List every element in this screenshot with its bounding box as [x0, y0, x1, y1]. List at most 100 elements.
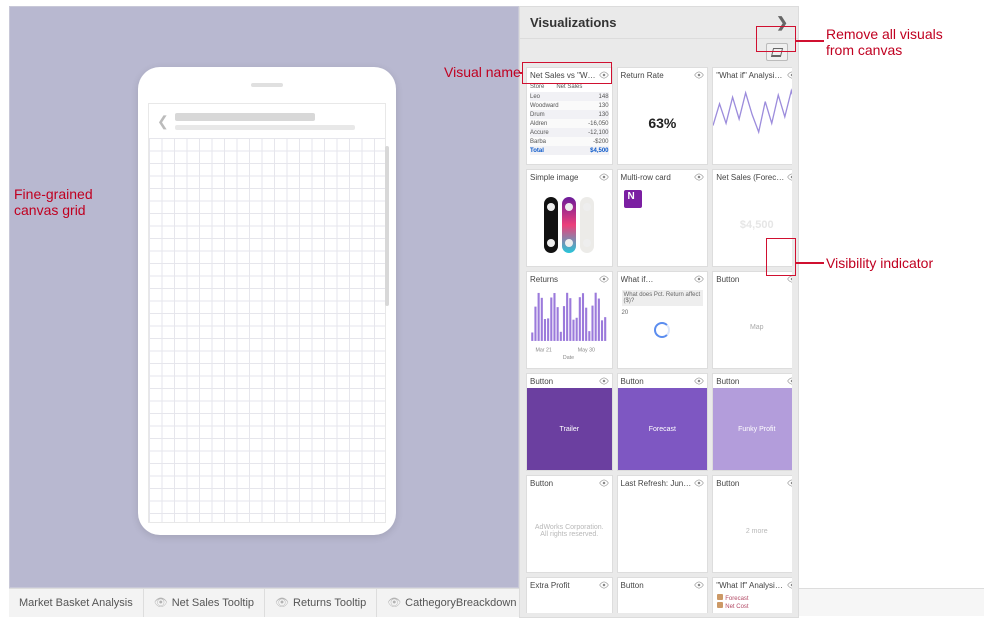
- visibility-indicator-icon[interactable]: [787, 173, 792, 181]
- page-tab[interactable]: 👁CathegoryBreackdown: [377, 589, 527, 617]
- faded-number: $5,500: [527, 592, 612, 613]
- eye-icon: 👁: [154, 589, 168, 617]
- page-tab-label: Returns Tooltip: [293, 589, 366, 617]
- visibility-indicator-icon[interactable]: [787, 581, 792, 589]
- visibility-indicator-icon[interactable]: [787, 275, 792, 283]
- visibility-indicator-icon[interactable]: [599, 275, 609, 283]
- collapse-chevron-icon[interactable]: ❯: [776, 14, 788, 31]
- legend: ForecastNet Cost: [713, 592, 792, 612]
- button-face: Funky Profit: [713, 388, 792, 470]
- canvas-grid[interactable]: [149, 138, 385, 522]
- visibility-indicator-icon[interactable]: [599, 581, 609, 589]
- visibility-indicator-icon[interactable]: [787, 377, 792, 385]
- tile-header: Button: [618, 374, 708, 388]
- sparkline-chart: [713, 82, 792, 149]
- faded-text: AdWorks Corporation. All rights reserved…: [527, 490, 612, 572]
- map-placeholder: Map: [713, 286, 792, 368]
- button-face: Trailer: [527, 388, 612, 470]
- faded-text: 2 more: [713, 490, 792, 572]
- tile-title: "What If" Analysi…: [716, 581, 783, 590]
- tile-title: Button: [621, 377, 644, 386]
- visualization-tile[interactable]: Return Rate63%: [617, 67, 709, 165]
- visibility-indicator-icon[interactable]: [599, 71, 609, 79]
- visualization-tile[interactable]: Returns Mar 21 May 30 Date: [526, 271, 613, 369]
- visualization-tile[interactable]: What if…What does Pct. Return affect ($)…: [617, 271, 709, 369]
- tile-header: Simple image: [527, 170, 612, 184]
- page-tab-label: Net Sales Tooltip: [172, 589, 254, 617]
- tile-title: Simple image: [530, 173, 578, 182]
- visualization-tile[interactable]: Multi-row card: [617, 169, 709, 267]
- visibility-indicator-icon[interactable]: [599, 173, 609, 181]
- tile-header: Return Rate: [618, 68, 708, 82]
- visibility-indicator-icon[interactable]: [694, 173, 704, 181]
- visibility-indicator-icon[interactable]: [787, 71, 792, 79]
- tile-title: Last Refresh: Jun…: [621, 479, 692, 488]
- phone-screen[interactable]: ❮: [148, 103, 386, 523]
- tile-header: Net Sales (Forec…: [713, 170, 792, 184]
- visibility-indicator-icon[interactable]: [787, 479, 792, 487]
- tile-title: Button: [716, 275, 739, 284]
- visibility-indicator-icon[interactable]: [694, 275, 704, 283]
- phone-scrollbar[interactable]: [385, 146, 389, 306]
- tile-header: Extra Profit: [527, 578, 612, 592]
- tile-title: Button: [716, 377, 739, 386]
- faded-text: Profit Insight: [618, 592, 708, 613]
- visualization-tile[interactable]: Button AdWorks Corporation. All rights re…: [526, 475, 613, 573]
- tile-title: Net Sales (Forec…: [716, 173, 784, 182]
- table-body: StoreNet SalesLeo148Woodward130Drum130Al…: [527, 82, 612, 157]
- visibility-indicator-icon[interactable]: [694, 377, 704, 385]
- visualization-tile[interactable]: Button Trailer: [526, 373, 613, 471]
- tile-title: Button: [530, 377, 553, 386]
- visibility-indicator-icon[interactable]: [694, 71, 704, 79]
- visualizations-header: Visualizations ❯: [520, 7, 798, 39]
- page-tab[interactable]: Market Basket Analysis: [9, 589, 144, 617]
- visualization-tile[interactable]: Net Sales (Forec… $4,500: [712, 169, 792, 267]
- visualization-tile[interactable]: Simple image: [526, 169, 613, 267]
- visualization-tile[interactable]: ButtonForecast: [617, 373, 709, 471]
- visualization-tile[interactable]: Button Funky Profit: [712, 373, 792, 471]
- tile-header: Button: [527, 374, 612, 388]
- svg-text:May 30: May 30: [578, 348, 595, 354]
- tile-header: Returns: [527, 272, 612, 286]
- back-chevron-icon[interactable]: ❮: [157, 113, 169, 130]
- tile-title: "What if" Analysi…: [716, 71, 782, 80]
- visualization-tile[interactable]: "What if" Analysi…: [712, 67, 792, 165]
- annotation-visibility: Visibility indicator: [826, 255, 933, 271]
- visibility-indicator-icon[interactable]: [694, 479, 704, 487]
- page-tab[interactable]: 👁Returns Tooltip: [265, 589, 377, 617]
- onenote-icon: [624, 190, 642, 208]
- remove-all-visuals-button[interactable]: [766, 43, 788, 61]
- visualization-tile[interactable]: Last Refresh: Jun…: [617, 475, 709, 573]
- visualization-tile[interactable]: Button2 more: [712, 475, 792, 573]
- tile-title: Multi-row card: [621, 173, 671, 182]
- whatif-content: What does Pct. Return affect ($)?20: [618, 286, 708, 342]
- visibility-indicator-icon[interactable]: [599, 377, 609, 385]
- eye-icon: 👁: [387, 589, 401, 617]
- tile-title: Button: [530, 479, 553, 488]
- visualization-tile[interactable]: Net Sales vs "W…StoreNet SalesLeo148Wood…: [526, 67, 613, 165]
- tile-header: Button: [527, 476, 612, 490]
- tile-title: Extra Profit: [530, 581, 570, 590]
- visualization-tile[interactable]: Button Profit Insight: [617, 577, 709, 613]
- page-tab-label: CathegoryBreackdown: [405, 589, 516, 617]
- tile-header: What if…: [618, 272, 708, 286]
- visibility-indicator-icon[interactable]: [599, 479, 609, 487]
- svg-text:Mar 21: Mar 21: [535, 348, 551, 354]
- phone-frame: ❮: [138, 67, 396, 535]
- visualization-tile[interactable]: "What If" Analysi… ForecastNet Cost: [712, 577, 792, 613]
- visibility-indicator-icon[interactable]: [694, 581, 704, 589]
- faded-number: $4,500: [713, 184, 792, 266]
- eye-icon: 👁: [275, 589, 289, 617]
- visualization-tile[interactable]: Extra Profit $5,500: [526, 577, 613, 613]
- mobile-canvas-area: ❮: [9, 6, 519, 588]
- page-tab[interactable]: 👁Net Sales Tooltip: [144, 589, 265, 617]
- tile-header: Net Sales vs "W…: [527, 68, 612, 82]
- subtitle-placeholder: [175, 125, 355, 130]
- svg-text:Date: Date: [563, 355, 574, 360]
- visualizations-grid: Net Sales vs "W…StoreNet SalesLeo148Wood…: [526, 67, 792, 613]
- tile-header: Multi-row card: [618, 170, 708, 184]
- tile-title: Return Rate: [621, 71, 664, 80]
- annotation-remove: Remove all visuals from canvas: [826, 26, 943, 58]
- visualization-tile[interactable]: Button Map: [712, 271, 792, 369]
- tile-title: Button: [621, 581, 644, 590]
